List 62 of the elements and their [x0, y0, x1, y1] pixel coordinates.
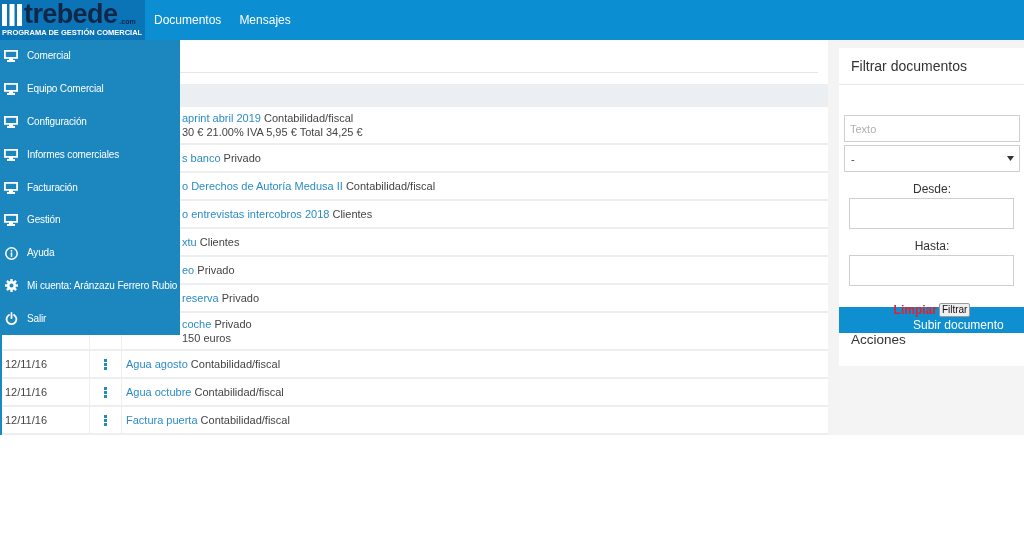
category-text: Privado [223, 152, 261, 164]
to-label: Hasta: [913, 239, 951, 253]
info-icon [4, 246, 18, 260]
document-link[interactable]: o Derechos de Autoría Medusa II [182, 180, 343, 192]
document-link[interactable]: reserva [182, 292, 219, 304]
category-text: Contabilidad/fiscal [190, 358, 281, 370]
monitor-icon [4, 214, 18, 227]
menu-item[interactable]: Mi cuenta: Aránzazu Ferrero Rubio [0, 269, 180, 303]
category-text: Clientes [199, 236, 240, 248]
menu-item[interactable]: Informes comerciales [0, 138, 180, 172]
kebab-menu-icon[interactable] [104, 358, 107, 370]
date-field[interactable] [849, 198, 1014, 229]
power-icon [4, 312, 18, 326]
caret-icon [1007, 156, 1014, 161]
monitor-icon [4, 116, 18, 128]
kebab-menu-icon[interactable] [104, 414, 107, 426]
document-link[interactable]: Agua octubre [126, 386, 192, 398]
note-text: 30 € 21.00% IVA 5,95 € Total 34,25 € [182, 126, 363, 138]
menu-item[interactable]: Ayuda [0, 236, 180, 270]
document-link[interactable]: xtu [182, 236, 197, 248]
from-label: Desde: [912, 182, 952, 196]
category-text: Contabilidad/fiscal [200, 414, 290, 426]
logo-wordmark: trebede [24, 2, 118, 26]
three-bars-icon [2, 4, 22, 26]
actions-title: Acciones [851, 332, 906, 348]
menu-item[interactable]: Configuración [0, 105, 180, 139]
category-text: Contabilidad/fiscal [263, 112, 354, 124]
monitor-icon [4, 50, 18, 63]
document-link[interactable]: o entrevistas intercobros 2018 [182, 208, 330, 220]
type-select[interactable]: - [844, 145, 1020, 172]
category-text: Contabilidad/fiscal [194, 386, 284, 398]
date-field[interactable] [849, 255, 1014, 286]
menu-item[interactable]: Equipo Comercial [0, 72, 180, 106]
menu-item[interactable]: Salir [0, 302, 180, 336]
monitor-icon [4, 148, 18, 161]
category-text: Privado [214, 318, 252, 330]
document-link[interactable]: coche [182, 318, 212, 330]
category-text: Clientes [332, 208, 373, 220]
menu-item[interactable]: Gestión [0, 204, 180, 237]
filter-title: Filtrar documentos [839, 48, 1024, 85]
date-text: 12/11/16 [5, 413, 47, 427]
category-text: Privado [197, 264, 235, 276]
menu-item[interactable]: Facturación [0, 171, 180, 204]
menu-item[interactable]: Comercial [0, 40, 180, 73]
text-field[interactable]: Texto [844, 115, 1020, 142]
document-link[interactable]: eo [182, 264, 195, 276]
nav-link[interactable]: Documentos [154, 13, 222, 27]
kebab-menu-icon[interactable] [104, 386, 107, 398]
document-link[interactable]: s banco [182, 152, 221, 164]
note-text: 150 euros [182, 332, 231, 344]
monitor-icon [4, 83, 18, 96]
nav-link[interactable]: Mensajes [239, 13, 291, 27]
category-text: Privado [221, 292, 260, 304]
monitor-icon [4, 181, 18, 194]
date-text: 12/11/16 [5, 357, 47, 371]
category-text: Contabilidad/fiscal [345, 180, 436, 192]
document-link[interactable]: Factura puerta [126, 414, 198, 426]
document-link[interactable]: Agua agosto [126, 358, 188, 370]
filter-button[interactable]: Filtrar [938, 303, 971, 317]
document-link[interactable]: aprint abril 2019 [182, 112, 261, 124]
settings-icon [4, 279, 18, 293]
date-text: 12/11/16 [5, 385, 47, 399]
